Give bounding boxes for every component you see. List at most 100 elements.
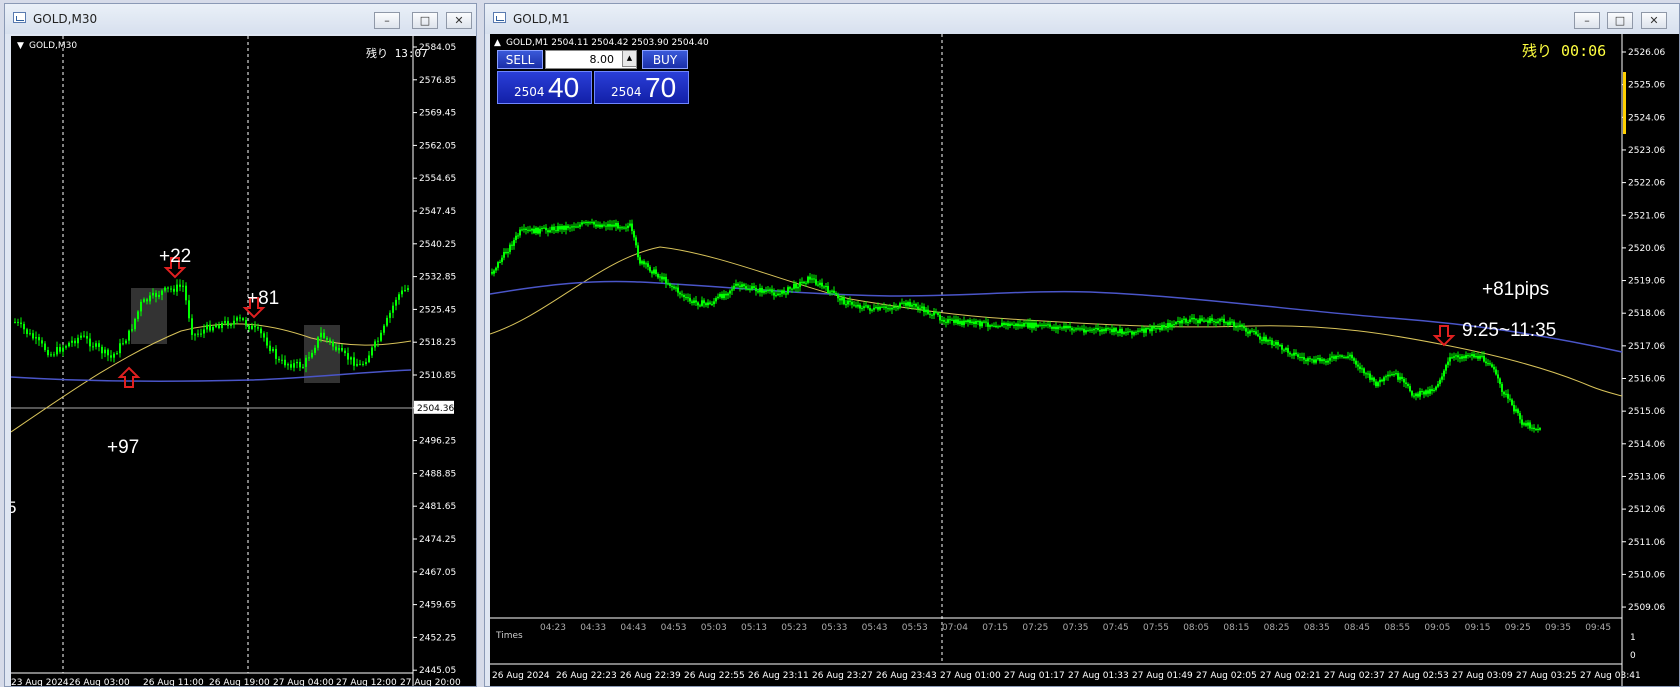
time-tick-label: 26 Aug 11:00 [143,678,204,686]
maximize-button[interactable]: □ [412,12,438,29]
candle [308,357,310,359]
time-tick-label: 27 Aug 12:00 [336,678,397,686]
collapse-icon[interactable]: ▼ [17,41,24,51]
candle [1477,356,1479,359]
candle [885,306,887,309]
candle [323,332,325,338]
candle [1473,354,1475,358]
minimize-button[interactable]: – [374,12,400,29]
candle [389,312,391,318]
candle [839,298,841,301]
candle [599,224,601,228]
candle [1525,423,1527,426]
time-tick-label: 26 Aug 22:55 [684,671,745,681]
price-chart-m30[interactable]: 2584.052576.852569.452562.052554.652547.… [11,36,476,686]
candle [1335,355,1337,359]
candle [1037,324,1039,327]
candle [53,354,55,356]
candle [1505,393,1507,395]
buy-button[interactable]: BUY [642,50,688,69]
candle [1163,324,1165,328]
sell-button[interactable]: SELL [497,50,543,69]
candle [995,325,997,328]
lot-increase-button[interactable]: ▲ [622,50,637,67]
chart-area-m1[interactable]: 2526.06 2525.06 2524.06 2523.06 2522.06 2521.… [490,34,1679,686]
candle [1503,391,1505,395]
buy-price-pips: 70 [645,72,677,103]
price-tick-label: 2532.85 [419,273,456,283]
sell-price-box[interactable]: 2504 40 [497,71,592,104]
candle [831,290,833,292]
candle [579,224,581,227]
buy-arrow [117,366,141,388]
candle [1105,328,1107,332]
candle [1285,348,1287,350]
candle [1339,355,1341,357]
candle [1389,374,1391,376]
candle [943,319,945,322]
title-bar[interactable]: GOLD,M1 – □ ✕ [485,4,1679,34]
candle [677,287,679,293]
time-tick-label: 26 Aug 2024 [492,671,550,681]
candle [829,291,831,293]
title-bar[interactable]: GOLD,M30 – □ ✕ [5,4,476,34]
candle [975,320,977,325]
candle [407,288,409,290]
candle [809,276,811,280]
candle [1097,327,1099,331]
candle [759,288,761,293]
candle [1207,320,1209,323]
candle [745,286,747,289]
candle [293,363,295,368]
candle [797,286,799,289]
candle [955,319,957,323]
candle [1471,354,1473,356]
close-button[interactable]: ✕ [1641,12,1667,29]
sub-time-label: 07:45 [1103,623,1129,633]
candle [1119,328,1121,333]
candle [1539,428,1541,430]
window-title: GOLD,M1 [513,12,570,26]
price-chart-m1[interactable]: 2526.06 2525.06 2524.06 2523.06 2522.06 2521.… [490,34,1679,686]
candle [1333,356,1335,359]
candle [1199,318,1201,324]
candle [164,287,166,291]
candle [1359,366,1361,369]
candle [687,297,689,299]
candle [1071,327,1073,331]
close-button[interactable]: ✕ [446,12,472,29]
candle [1259,336,1261,340]
candle [1367,373,1369,375]
candle [1441,376,1443,380]
candle [362,363,364,365]
candle [1201,318,1203,321]
candle [1345,356,1347,358]
minimize-button[interactable]: – [1574,12,1600,29]
sub-time-label: 09:25 [1505,623,1531,633]
candle [1021,324,1023,327]
candle [383,325,385,333]
buy-price-box[interactable]: 2504 70 [594,71,689,104]
candle [773,292,775,296]
maximize-button[interactable]: □ [1607,12,1633,29]
candle [227,321,229,326]
chart-area-m30[interactable]: 2584.05 2576.85 2569.45 2562.05 2554.65 2547.… [11,36,476,686]
candle [927,309,929,314]
candle [1203,320,1205,322]
candle [523,228,525,230]
candle [1245,328,1247,332]
candle [1457,355,1459,358]
candle [755,287,757,292]
chart-window-icon [13,12,26,23]
candle [1497,374,1499,379]
candle [721,293,723,299]
candle [807,276,809,283]
candle [739,285,741,287]
price-tick-label: 2516.06 [1628,375,1665,385]
candle [1217,321,1219,324]
candle [371,347,373,356]
candle [503,251,505,258]
candle [751,286,753,290]
candle [1049,324,1051,327]
collapse-icon[interactable]: ▲ [494,38,501,48]
